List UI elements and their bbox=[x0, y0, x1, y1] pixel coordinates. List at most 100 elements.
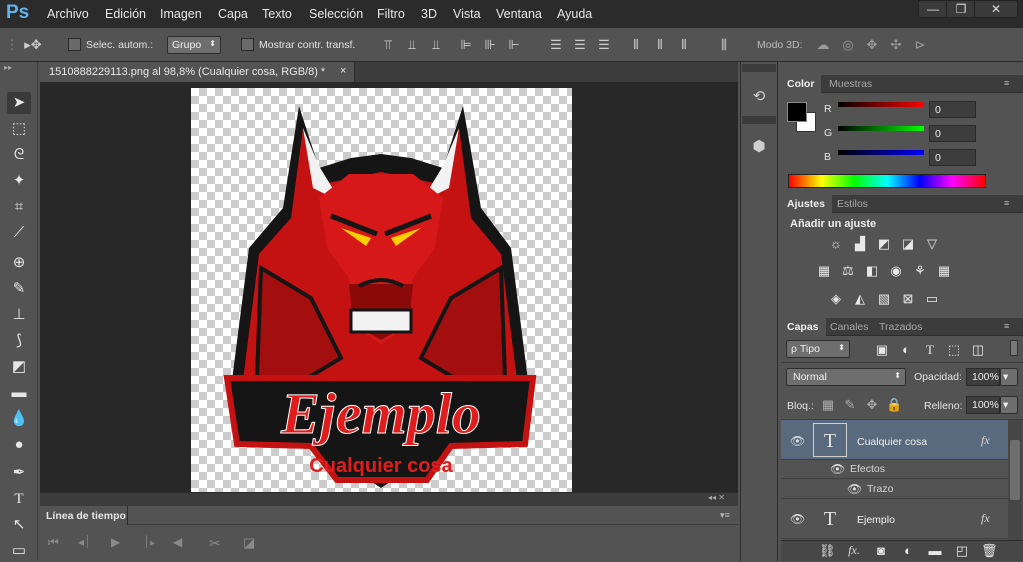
color-lookup-adjust-icon[interactable]: ▦ bbox=[936, 264, 952, 278]
menu-ventana[interactable]: Ventana bbox=[496, 7, 542, 21]
eraser-tool-icon[interactable]: ◩ bbox=[7, 356, 31, 378]
play-icon[interactable]: ▶ bbox=[111, 535, 120, 549]
filter-type-icon[interactable]: T bbox=[922, 343, 938, 357]
link-icon[interactable]: ⛓ bbox=[819, 544, 836, 558]
mask-icon[interactable]: ◙ bbox=[873, 544, 889, 558]
tab-trazados[interactable]: Trazados bbox=[872, 318, 929, 336]
eye-icon[interactable]: 👁 bbox=[790, 512, 805, 526]
3d-panel-icon[interactable]: ⬢ bbox=[751, 139, 767, 155]
auto-select-dropdown[interactable]: Grupo ⬍ bbox=[167, 36, 221, 54]
slide-3d-icon[interactable]: ✣ bbox=[888, 37, 904, 53]
layer-name[interactable]: Cualquier cosa bbox=[857, 436, 927, 448]
brush-tool-icon[interactable]: ✎ bbox=[7, 278, 31, 300]
magic-wand-tool-icon[interactable]: ✦ bbox=[7, 170, 31, 192]
filter-adjustment-icon[interactable]: ◐ bbox=[898, 343, 914, 357]
color-panel-menu-icon[interactable]: ≡ bbox=[1004, 78, 1009, 88]
filter-smart-object-icon[interactable]: ◫ bbox=[970, 343, 986, 357]
distribute-top-icon[interactable]: ☰ bbox=[548, 37, 564, 53]
rectangle-tool-icon[interactable]: ▭ bbox=[7, 540, 31, 562]
tools-collapse-icon[interactable]: ▸▸ bbox=[4, 63, 12, 72]
align-vcenter-icon[interactable]: ⫫ bbox=[404, 37, 420, 53]
timeline-menu-icon[interactable]: ▾≡ bbox=[720, 510, 730, 521]
foreground-color-swatch[interactable] bbox=[787, 102, 807, 122]
g-slider[interactable] bbox=[838, 126, 924, 131]
menu-edicion[interactable]: Edición bbox=[105, 7, 146, 21]
lasso-tool-icon[interactable]: ᘓ bbox=[7, 144, 31, 166]
b-value-input[interactable]: 0 bbox=[929, 149, 976, 166]
fx-badge-icon[interactable]: fx bbox=[981, 511, 990, 526]
transition-icon[interactable]: ◪ bbox=[243, 535, 255, 551]
timeline-collapse-icon[interactable]: ◂◂ ✕ bbox=[708, 493, 725, 502]
invert-adjust-icon[interactable]: ◈ bbox=[828, 292, 844, 306]
brightness-adjust-icon[interactable]: ☼ bbox=[828, 237, 844, 251]
minimize-button[interactable]: — bbox=[918, 0, 948, 18]
channel-mixer-adjust-icon[interactable]: ⚘ bbox=[912, 264, 928, 278]
lock-transparent-icon[interactable]: ▦ bbox=[820, 398, 836, 412]
drag-3d-icon[interactable]: ✥ bbox=[864, 37, 880, 53]
fill-dropdown-arrow[interactable]: ▾ bbox=[1000, 396, 1018, 414]
history-brush-tool-icon[interactable]: ⟆ bbox=[7, 330, 31, 352]
restore-button[interactable]: ❐ bbox=[946, 0, 976, 18]
opacity-input[interactable]: 100% bbox=[966, 368, 1000, 386]
tab-canales[interactable]: Canales bbox=[823, 318, 876, 336]
gradient-fill-adjust-icon[interactable]: ▭ bbox=[924, 292, 940, 306]
folder-icon[interactable]: ▬ bbox=[927, 544, 943, 558]
roll-3d-icon[interactable]: ◎ bbox=[840, 37, 856, 53]
move-tool-icon[interactable]: ➤ bbox=[7, 92, 31, 114]
healing-brush-tool-icon[interactable]: ⊕ bbox=[7, 252, 31, 274]
b-slider[interactable] bbox=[838, 150, 924, 155]
r-slider[interactable] bbox=[838, 102, 924, 107]
blend-mode-dropdown[interactable]: Normal ⬍ bbox=[786, 368, 906, 386]
curves-adjust-icon[interactable]: ◩ bbox=[876, 237, 892, 251]
eyedropper-tool-icon[interactable]: ⟋ bbox=[7, 222, 31, 244]
show-transform-checkbox[interactable] bbox=[241, 38, 254, 51]
lock-pixels-icon[interactable]: ✎ bbox=[842, 398, 858, 412]
tab-capas[interactable]: Capas bbox=[780, 318, 826, 336]
lock-all-icon[interactable]: 🔒 bbox=[886, 398, 902, 412]
move-tool-preset-icon[interactable]: ▸✥ bbox=[22, 37, 44, 53]
new-layer-icon[interactable]: ◰ bbox=[954, 544, 970, 558]
next-frame-icon[interactable]: ⏐▸ bbox=[143, 535, 155, 550]
fx-icon[interactable]: fx. bbox=[846, 543, 862, 557]
scale-3d-icon[interactable]: ⊳ bbox=[912, 37, 928, 53]
levels-adjust-icon[interactable]: ▟ bbox=[852, 237, 868, 251]
exposure-adjust-icon[interactable]: ◪ bbox=[900, 237, 916, 251]
posterize-adjust-icon[interactable]: ◭ bbox=[852, 292, 868, 306]
rotate-3d-icon[interactable]: ☁ bbox=[815, 37, 831, 53]
align-top-icon[interactable]: ⫪ bbox=[380, 37, 396, 53]
first-frame-icon[interactable]: ⏮ bbox=[48, 535, 59, 550]
align-bottom-icon[interactable]: ⫫ bbox=[428, 37, 444, 53]
r-value-input[interactable]: 0 bbox=[929, 101, 976, 118]
gradient-map-adjust-icon[interactable]: ▽ bbox=[924, 237, 940, 251]
filter-pixel-icon[interactable]: ▣ bbox=[874, 343, 890, 357]
path-selection-tool-icon[interactable]: ↖ bbox=[7, 514, 31, 536]
tab-estilos[interactable]: Estilos bbox=[830, 195, 875, 213]
selective-color-adjust-icon[interactable]: ⊠ bbox=[900, 292, 916, 306]
menu-texto[interactable]: Texto bbox=[262, 7, 292, 21]
menu-vista[interactable]: Vista bbox=[453, 7, 481, 21]
black-white-adjust-icon[interactable]: ◧ bbox=[864, 264, 880, 278]
menu-seleccion[interactable]: Selección bbox=[309, 7, 363, 21]
align-left-icon[interactable]: ⊫ bbox=[458, 37, 474, 53]
distribute-bottom-icon[interactable]: ☰ bbox=[596, 37, 612, 53]
filter-shape-icon[interactable]: ⬚ bbox=[946, 343, 962, 357]
gradient-tool-icon[interactable]: ▬ bbox=[7, 382, 31, 404]
menu-imagen[interactable]: Imagen bbox=[160, 7, 202, 21]
adjustments-menu-icon[interactable]: ≡ bbox=[1004, 198, 1009, 208]
dodge-tool-icon[interactable]: ● bbox=[7, 434, 31, 456]
tab-ajustes[interactable]: Ajustes bbox=[780, 195, 832, 213]
menu-archivo[interactable]: Archivo bbox=[47, 7, 89, 21]
photo-filter-adjust-icon[interactable]: ◉ bbox=[888, 264, 904, 278]
timeline-tab[interactable]: Línea de tiempo bbox=[40, 506, 128, 525]
auto-align-icon[interactable]: ⫼ bbox=[716, 37, 732, 53]
layers-menu-icon[interactable]: ≡ bbox=[1004, 321, 1009, 331]
close-window-button[interactable]: ✕ bbox=[974, 0, 1018, 18]
stamp-tool-icon[interactable]: ⊥ bbox=[7, 304, 31, 326]
menu-3d[interactable]: 3D bbox=[421, 7, 437, 21]
layer-name[interactable]: Ejemplo bbox=[857, 514, 895, 526]
lock-position-icon[interactable]: ✥ bbox=[864, 398, 880, 412]
distribute-hcenter-icon[interactable]: ⫴ bbox=[652, 37, 668, 53]
close-tab-icon[interactable]: × bbox=[340, 65, 346, 77]
split-icon[interactable]: ✂ bbox=[209, 535, 221, 552]
menu-capa[interactable]: Capa bbox=[218, 7, 248, 21]
